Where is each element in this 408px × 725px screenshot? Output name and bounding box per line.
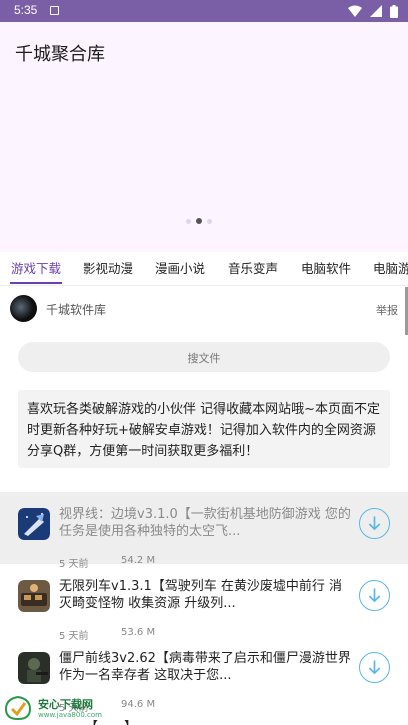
download-icon[interactable]	[359, 580, 390, 611]
notification-app-icon	[50, 6, 59, 15]
wifi-icon	[348, 5, 362, 17]
search-input[interactable]: 搜文件	[18, 342, 390, 372]
pager-dot-active[interactable]	[196, 218, 202, 224]
tab-comic-novel[interactable]: 漫画小说	[155, 258, 205, 277]
notice-box: 喜欢玩各类破解游戏的小伙伴 记得收藏本网站哦~本页面不定时更新各种好玩+破解安卓…	[18, 390, 390, 468]
status-time: 5:35	[14, 3, 38, 17]
tab-indicator	[10, 282, 62, 284]
signal-icon	[370, 5, 382, 17]
zombie-game-icon	[18, 652, 50, 684]
watermark-url: www.java800.com	[38, 711, 102, 719]
tab-music-voice[interactable]: 音乐变声	[228, 258, 278, 277]
tab-pc-software[interactable]: 电脑软件	[301, 258, 351, 277]
channel-name[interactable]: 千城软件库	[46, 301, 106, 318]
app-title: 千城聚合库	[15, 44, 105, 65]
tab-pc-games[interactable]: 电脑游	[373, 258, 408, 277]
pager-dot[interactable]	[207, 218, 212, 224]
status-bar: 5:35	[0, 0, 408, 22]
category-tabs: 游戏下载 影视动漫 漫画小说 音乐变声 电脑软件 电脑游	[0, 252, 408, 286]
app-header: 千城聚合库	[0, 22, 408, 252]
download-icon[interactable]	[359, 508, 390, 539]
avatar[interactable]	[10, 295, 37, 322]
space-game-icon	[18, 508, 50, 540]
watermark-logo-icon	[4, 695, 32, 721]
download-icon[interactable]	[359, 652, 390, 683]
tab-game-download[interactable]: 游戏下载	[11, 258, 61, 277]
watermark-name: 安心下载网	[38, 698, 93, 711]
file-title: 视界线：边境v3.1.0【一款街机基地防御游戏 您的任务是使用各种独特的太空飞.…	[59, 507, 351, 539]
report-button[interactable]: 举报	[376, 302, 398, 318]
file-list-item[interactable]: 无限列车v1.3.1【驾驶列车 在黄沙废墟中前行 消灭畸变怪物 收集资源 升级列…	[0, 564, 408, 642]
battery-icon	[390, 4, 398, 18]
banner-pager[interactable]	[186, 218, 212, 224]
file-title: 无限列车v1.3.1【驾驶列车 在黄沙废墟中前行 消灭畸变怪物 收集资源 升级列…	[59, 579, 343, 611]
train-game-icon	[18, 580, 50, 612]
status-icons	[348, 4, 398, 18]
file-list-item[interactable]: 视界线：边境v3.1.0【一款街机基地防御游戏 您的任务是使用各种独特的太空飞.…	[0, 492, 408, 570]
search-placeholder: 搜文件	[187, 352, 221, 365]
pager-dot[interactable]	[186, 218, 191, 224]
channel-header: 千城软件库 举报	[0, 287, 408, 331]
watermark: 安心下载网 www.java800.com	[0, 690, 140, 725]
tab-film-anime[interactable]: 影视动漫	[83, 258, 133, 277]
